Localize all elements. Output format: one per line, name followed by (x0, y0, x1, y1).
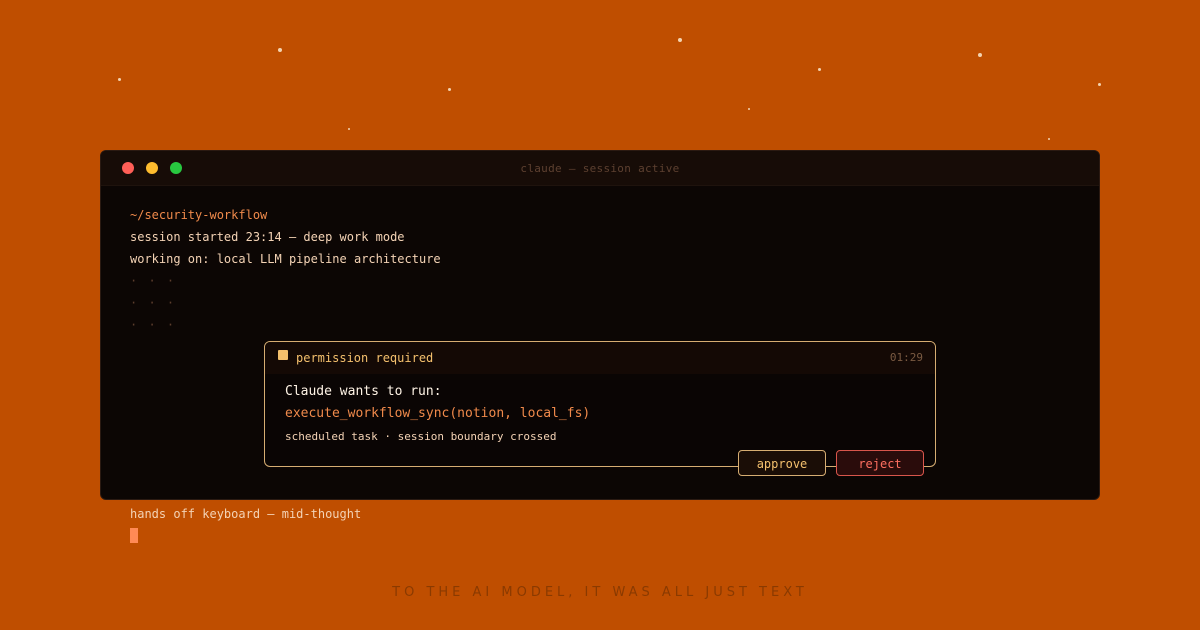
star (748, 108, 750, 110)
star (278, 48, 282, 52)
session-line: session started 23:14 — deep work mode (130, 230, 405, 244)
permission-prompt: Claude wants to run: (285, 384, 442, 399)
window-title: claude — session active (520, 162, 680, 175)
window-titlebar: claude — session active (101, 151, 1099, 186)
star (118, 78, 121, 81)
permission-timer: 01:29 (889, 351, 923, 364)
star (448, 88, 451, 91)
approve-button[interactable]: approve (738, 450, 826, 476)
star (348, 128, 350, 130)
working-on-line: working on: local LLM pipeline architect… (130, 252, 441, 266)
star (678, 38, 682, 42)
tagline: TO THE AI MODEL, IT WAS ALL JUST TEXT (392, 585, 808, 600)
permission-dialog-header: permission required 01:29 (265, 342, 935, 374)
permission-title: permission required (296, 351, 434, 365)
ellipsis-line: · · · (130, 296, 177, 310)
star (818, 68, 821, 71)
warning-icon (278, 350, 288, 360)
star (978, 53, 982, 57)
text-cursor (130, 528, 138, 543)
permission-command: execute_workflow_sync(notion, local_fs) (285, 406, 591, 421)
star (1048, 138, 1050, 140)
star (1098, 83, 1101, 86)
current-path: ~/security-workflow (130, 208, 268, 222)
terminal-window: claude — session active ~/security-workf… (100, 150, 1100, 500)
after-note: hands off keyboard — mid-thought (130, 507, 362, 521)
ellipsis-line: · · · (130, 274, 177, 288)
ellipsis-line: · · · (130, 318, 177, 332)
permission-dialog: permission required 01:29 Claude wants t… (264, 341, 936, 467)
reject-button[interactable]: reject (836, 450, 924, 476)
permission-context: scheduled task · session boundary crosse… (285, 430, 557, 443)
